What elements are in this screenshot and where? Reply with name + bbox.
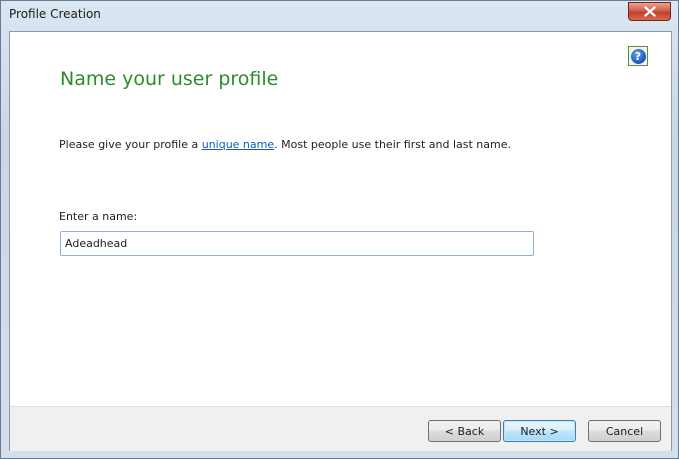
close-button[interactable] (628, 2, 671, 21)
button-bar: < Back Next > Cancel (10, 406, 671, 451)
wizard-page: ? Name your user profile Please give you… (9, 31, 672, 451)
back-button[interactable]: < Back (428, 420, 501, 442)
next-button[interactable]: Next > (503, 420, 576, 442)
page-heading: Name your user profile (60, 68, 279, 90)
name-field-label: Enter a name: (59, 210, 138, 223)
profile-creation-window: Profile Creation ? Name your user profil… (0, 0, 679, 459)
title-bar[interactable]: Profile Creation (1, 1, 678, 31)
instructions-text: Please give your profile a unique name. … (59, 138, 511, 151)
close-icon (643, 6, 656, 17)
help-icon: ? (630, 48, 646, 64)
instructions-prefix: Please give your profile a (59, 138, 202, 151)
profile-name-input[interactable] (60, 231, 534, 256)
cancel-button[interactable]: Cancel (588, 420, 661, 442)
instructions-suffix: . Most people use their first and last n… (274, 138, 511, 151)
unique-name-link[interactable]: unique name (202, 138, 274, 151)
window-title: Profile Creation (9, 7, 101, 21)
help-button[interactable]: ? (628, 46, 648, 66)
